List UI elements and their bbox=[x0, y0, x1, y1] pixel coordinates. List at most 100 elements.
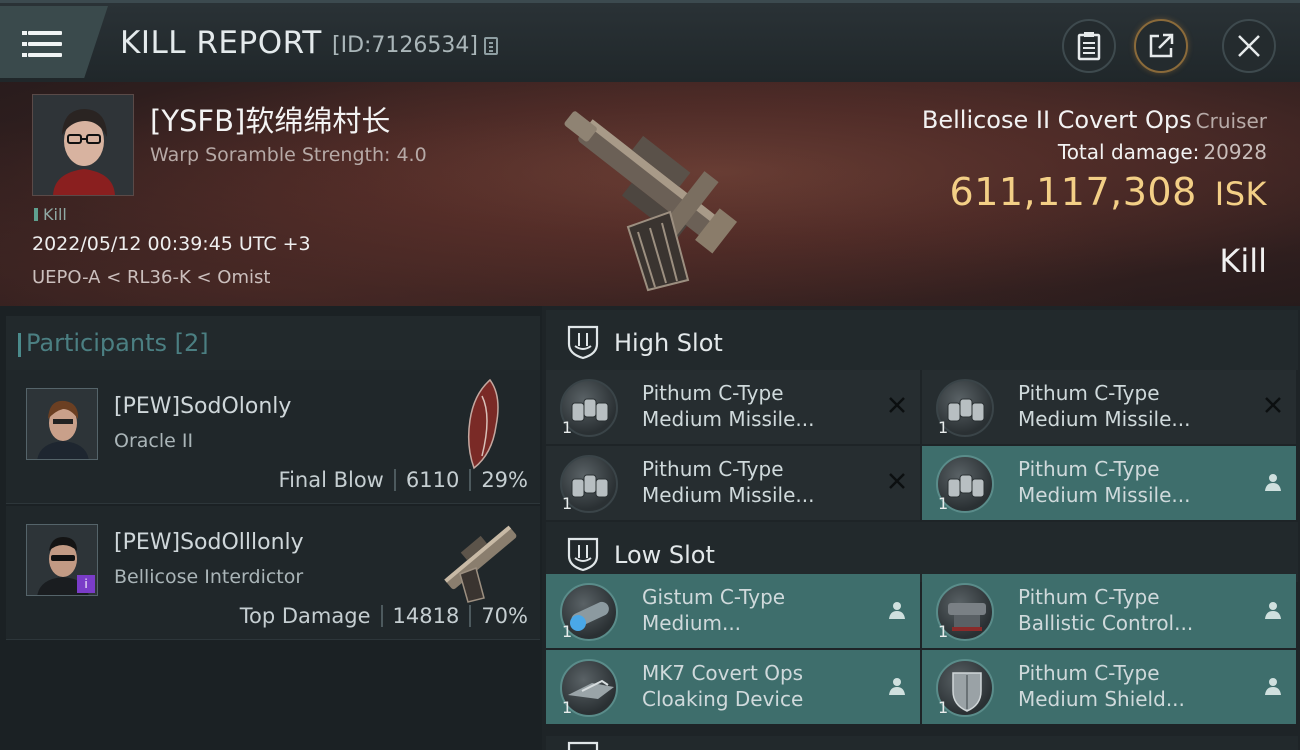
item-name-line2: Medium Missile... bbox=[642, 407, 815, 431]
participants-title: Participants [2] bbox=[18, 329, 209, 357]
isk-amount: 611,117,308 bbox=[949, 170, 1197, 214]
item-name-line1: Pithum C-Type bbox=[1018, 585, 1160, 609]
ship-image bbox=[564, 111, 738, 292]
total-damage-value: 20928 bbox=[1203, 140, 1267, 164]
item-name-line2: Medium Missile... bbox=[1018, 483, 1191, 507]
participant-name[interactable]: [PEW]SodOlllonly bbox=[114, 530, 304, 555]
item-name-line2: Medium Missile... bbox=[642, 483, 815, 507]
item-name-line2: Ballistic Control... bbox=[1018, 611, 1194, 635]
item-name: Pithum C-Type Medium Missile... bbox=[642, 380, 882, 432]
item-name: Pithum C-Type Medium Missile... bbox=[1018, 456, 1258, 508]
participant-percent: 29% bbox=[481, 468, 528, 492]
item-name: MK7 Covert Ops Cloaking Device bbox=[642, 660, 882, 712]
item-name-line1: Gistum C-Type bbox=[642, 585, 786, 609]
participants-count: [2] bbox=[174, 329, 209, 357]
participants-header: Participants [2] bbox=[6, 316, 540, 370]
participant-percent: 70% bbox=[481, 604, 528, 628]
item-name-line2: Medium Missile... bbox=[1018, 407, 1191, 431]
menu-button[interactable] bbox=[0, 6, 108, 78]
avatar[interactable]: i bbox=[26, 524, 98, 596]
participant-row[interactable]: [PEW]SodOlonly Oracle II Final Blow 6110 2… bbox=[6, 370, 540, 504]
fitting-item[interactable]: 1 MK7 Covert Ops Cloaking Device bbox=[546, 650, 920, 724]
participant-ship-image bbox=[467, 378, 499, 470]
clipboard-icon bbox=[1077, 32, 1101, 61]
participants-panel: Participants [2] [PEW]SodOlonly Oracle I… bbox=[0, 306, 542, 750]
participant-ship: Bellicose Interdictor bbox=[114, 566, 304, 588]
kill-tag: Kill bbox=[34, 205, 67, 224]
item-name-line2: Medium... bbox=[642, 611, 742, 635]
low-slot-header: Low Slot bbox=[546, 522, 1298, 582]
item-name: Pithum C-Type Ballistic Control... bbox=[1018, 584, 1258, 636]
item-quantity: 1 bbox=[562, 418, 573, 437]
fitting-item[interactable]: 1 Pithum C-Type Medium Missile... bbox=[546, 446, 920, 520]
item-quantity: 1 bbox=[938, 622, 949, 641]
kill-location: UEPO-A < RL36-K < Omist bbox=[32, 267, 271, 288]
kill-result: Kill bbox=[1219, 242, 1267, 280]
item-name: Pithum C-Type Medium Missile... bbox=[1018, 380, 1258, 432]
high-slot-icon bbox=[567, 325, 599, 360]
info-badge-icon: i bbox=[77, 575, 95, 593]
item-name: Gistum C-Type Medium... bbox=[642, 584, 882, 636]
isk-value: 611,117,308 ISK bbox=[950, 170, 1267, 214]
kill-datetime: 2022/05/12 00:39:45 UTC +3 bbox=[32, 233, 311, 255]
high-slot-header: High Slot bbox=[546, 310, 1298, 370]
mid-slot-header bbox=[546, 736, 1298, 750]
fitting-item[interactable]: 1 Pithum C-Type Medium Missile... bbox=[922, 446, 1296, 520]
item-name-line1: Pithum C-Type bbox=[642, 457, 784, 481]
fitting-item[interactable]: 1 Pithum C-Type Medium Missile... bbox=[546, 370, 920, 444]
item-quantity: 1 bbox=[938, 418, 949, 437]
item-name-line1: Pithum C-Type bbox=[1018, 457, 1160, 481]
ship-name-text: Bellicose II Covert Ops bbox=[921, 106, 1192, 134]
participant-damage: 14818 bbox=[392, 604, 460, 628]
low-slot-label: Low Slot bbox=[614, 541, 715, 569]
destroyed-icon bbox=[889, 397, 905, 413]
low-slot-icon bbox=[567, 537, 599, 572]
warp-scramble-strength: Warp Soramble Strength: 4.0 bbox=[150, 144, 427, 166]
kill-summary: [YSFB]软绵绵村长 Warp Soramble Strength: 4.0 … bbox=[0, 82, 1300, 306]
victim-portrait[interactable] bbox=[32, 94, 134, 196]
participant-damage: 6110 bbox=[405, 468, 460, 492]
share-icon bbox=[1149, 33, 1174, 58]
person-icon bbox=[889, 678, 905, 695]
item-quantity: 1 bbox=[938, 494, 949, 513]
fitting-panel: High Slot 1 Pithum C-Type Medium Missile.… bbox=[542, 306, 1300, 750]
victim-name[interactable]: [YSFB]软绵绵村长 bbox=[150, 98, 390, 140]
copy-icon[interactable] bbox=[484, 37, 498, 55]
item-name: Pithum C-Type Medium Shield... bbox=[1018, 660, 1258, 712]
isk-unit: ISK bbox=[1214, 175, 1267, 213]
item-quantity: 1 bbox=[938, 698, 949, 717]
page-title: KILL REPORT bbox=[120, 25, 322, 61]
participant-stats: Final Blow 6110 29% bbox=[279, 468, 528, 492]
total-damage-label: Total damage: bbox=[1057, 140, 1200, 164]
fitting-item[interactable]: 1 Pithum C-Type Medium Shield... bbox=[922, 650, 1296, 724]
close-icon bbox=[1238, 35, 1260, 57]
participant-role: Top Damage bbox=[239, 604, 371, 628]
item-name-line2: Medium Shield... bbox=[1018, 687, 1185, 711]
avatar[interactable] bbox=[26, 388, 98, 460]
destroyed-icon bbox=[1265, 397, 1281, 413]
ship-name[interactable]: Bellicose II Covert Ops Cruiser bbox=[922, 106, 1267, 134]
participant-row[interactable]: i [PEW]SodOlllonly Bellicose Interdictor… bbox=[6, 506, 540, 640]
header-bar: KILL REPORT [ID:7126534] bbox=[0, 0, 1300, 82]
report-id: [ID:7126534] bbox=[332, 33, 478, 58]
item-quantity: 1 bbox=[562, 494, 573, 513]
close-button[interactable] bbox=[1222, 19, 1276, 73]
fitting-item[interactable]: 1 Pithum C-Type Ballistic Control... bbox=[922, 574, 1296, 648]
mid-slot-icon bbox=[567, 741, 599, 750]
participant-role: Final Blow bbox=[278, 468, 384, 492]
high-slot-label: High Slot bbox=[614, 329, 723, 357]
fitting-item[interactable]: 1 Pithum C-Type Medium Missile... bbox=[922, 370, 1296, 444]
participant-ship-image bbox=[444, 525, 517, 603]
person-icon bbox=[1265, 474, 1281, 491]
item-name-line1: Pithum C-Type bbox=[642, 381, 784, 405]
clipboard-button[interactable] bbox=[1062, 19, 1116, 73]
fitting-item[interactable]: 1 Gistum C-Type Medium... bbox=[546, 574, 920, 648]
share-button[interactable] bbox=[1134, 19, 1188, 73]
item-name-line1: Pithum C-Type bbox=[1018, 661, 1160, 685]
participant-stats: Top Damage 14818 70% bbox=[240, 604, 528, 628]
item-name-line1: MK7 Covert Ops bbox=[642, 661, 804, 685]
participant-name[interactable]: [PEW]SodOlonly bbox=[114, 394, 291, 419]
person-icon bbox=[889, 602, 905, 619]
destroyed-icon bbox=[889, 473, 905, 489]
item-quantity: 1 bbox=[562, 698, 573, 717]
